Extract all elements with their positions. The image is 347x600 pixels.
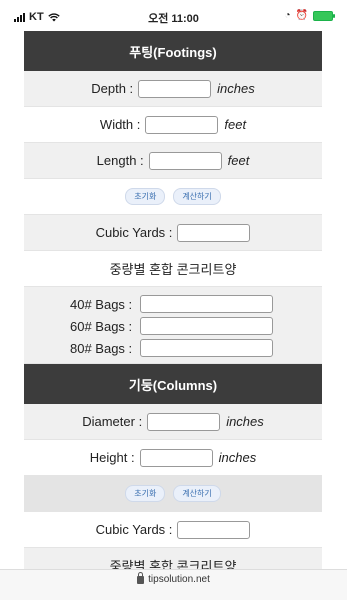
diameter-unit: inches	[226, 414, 264, 429]
columns-reset-button[interactable]: 초기화	[125, 485, 166, 502]
columns-calculate-button[interactable]: 계산하기	[173, 485, 221, 502]
bag60-row: 60# Bags :	[24, 315, 322, 337]
bag80-output[interactable]	[140, 339, 273, 357]
length-label: Length :	[96, 153, 144, 168]
footings-header: 푸팅(Footings)	[24, 31, 322, 71]
diameter-label: Diameter :	[82, 414, 143, 429]
url-bar[interactable]: tipsolution.net	[0, 569, 347, 600]
height-label: Height :	[89, 450, 135, 465]
length-input[interactable]	[148, 151, 222, 170]
footings-cubic-yards-row: Cubic Yards :	[24, 215, 322, 251]
footings-by-weight-row: 중량별 혼합 콘크리트양	[24, 251, 322, 287]
bag60-output[interactable]	[140, 317, 273, 335]
width-row: Width : feet	[24, 107, 322, 143]
depth-input[interactable]	[138, 79, 212, 98]
height-unit: inches	[218, 450, 257, 465]
depth-label: Depth :	[91, 81, 134, 96]
footings-cubic-yards-output[interactable]	[177, 223, 251, 242]
columns-cubic-yards-output[interactable]	[177, 520, 251, 539]
length-unit: feet	[227, 153, 250, 168]
width-unit: feet	[224, 117, 247, 132]
status-right: ◔ ⏰	[284, 10, 335, 21]
diameter-row: Diameter : inches	[24, 404, 322, 440]
bag40-label: 40# Bags :	[70, 296, 133, 312]
bag40-output[interactable]	[140, 295, 273, 313]
footings-calculate-button[interactable]: 계산하기	[173, 188, 221, 205]
footings-by-weight-label: 중량별 혼합 콘크리트양	[109, 262, 237, 277]
columns-buttons-row: 초기화 계산하기	[24, 476, 322, 512]
url-text: tipsolution.net	[148, 574, 210, 585]
columns-header: 기둥(Columns)	[24, 364, 322, 404]
diameter-input[interactable]	[147, 412, 221, 431]
bag60-label: 60# Bags :	[70, 318, 133, 334]
height-row: Height : inches	[24, 440, 322, 476]
length-row: Length : feet	[24, 143, 322, 179]
footings-buttons-row: 초기화 계산하기	[24, 179, 322, 215]
footings-cubic-yards-label: Cubic Yards :	[95, 225, 173, 240]
bag80-label: 80# Bags :	[70, 340, 133, 356]
columns-cubic-yards-row: Cubic Yards :	[24, 512, 322, 548]
columns-cubic-yards-label: Cubic Yards :	[95, 522, 173, 537]
width-input[interactable]	[145, 115, 219, 134]
height-input[interactable]	[139, 448, 213, 467]
bags-section: 40# Bags : 60# Bags : 80# Bags :	[24, 287, 322, 364]
bag40-row: 40# Bags :	[24, 293, 322, 315]
rotation-lock-icon: ◔	[284, 10, 291, 21]
status-bar: KT 오전 11:00 ◔ ⏰	[0, 0, 347, 34]
alarm-icon: ⏰	[295, 10, 308, 21]
calculator-content: 푸팅(Footings) Depth : inches Width : feet…	[24, 31, 322, 584]
depth-unit: inches	[217, 81, 255, 96]
battery-icon	[313, 10, 335, 21]
bag80-row: 80# Bags :	[24, 337, 322, 359]
width-label: Width :	[99, 117, 141, 132]
footings-reset-button[interactable]: 초기화	[125, 188, 166, 205]
depth-row: Depth : inches	[24, 71, 322, 107]
lock-icon	[137, 572, 145, 584]
